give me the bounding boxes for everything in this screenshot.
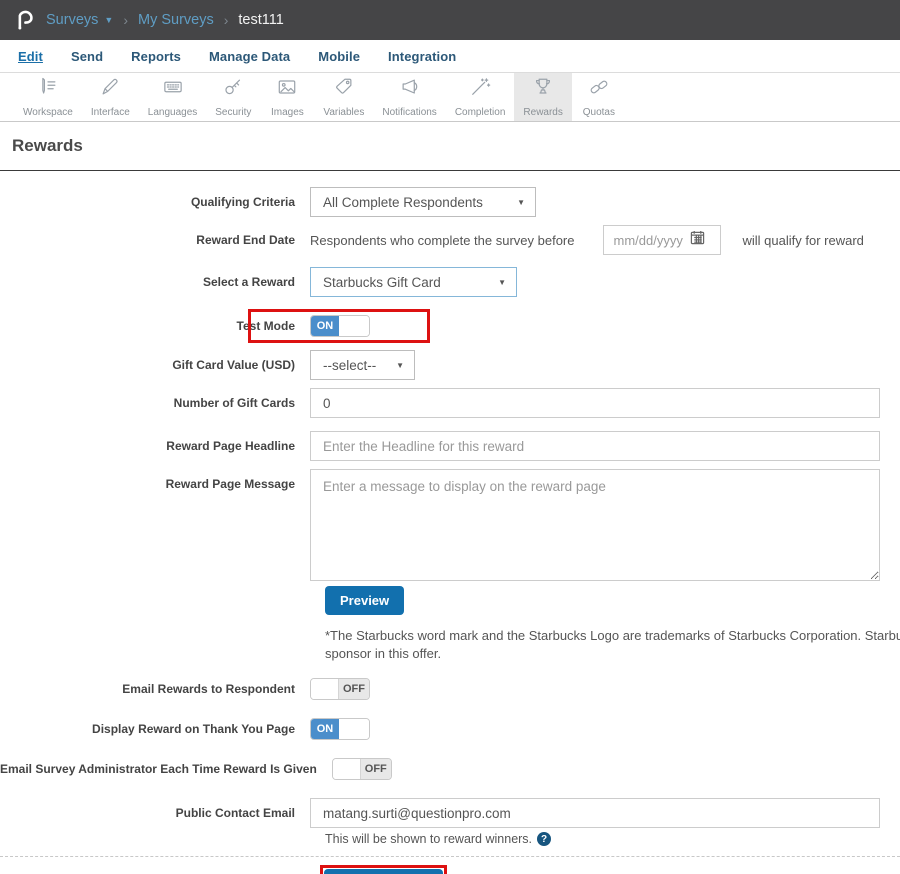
completion-icon <box>468 75 492 104</box>
quotas-icon <box>587 75 611 104</box>
email-rewards-toggle[interactable]: OFF <box>310 678 370 701</box>
qualifying-criteria-select[interactable]: All Complete Respondents ▼ <box>310 187 536 217</box>
dropdown-caret-icon: ▼ <box>396 360 404 370</box>
toggle-knob <box>311 679 339 700</box>
display-reward-toggle[interactable]: ON <box>310 718 370 741</box>
security-icon <box>221 75 245 104</box>
reward-message-label: Reward Page Message <box>165 477 295 491</box>
variables-icon <box>332 75 356 104</box>
reward-end-date-input[interactable] <box>613 227 690 253</box>
contact-email-label: Public Contact Email <box>175 806 295 821</box>
toolbar-item-variables[interactable]: Variables <box>314 73 373 121</box>
top-bar: Surveys ▼ › My Surveys › test111 <box>0 0 900 40</box>
test-mode-label: Test Mode <box>236 319 295 333</box>
notifications-icon <box>398 75 422 104</box>
interface-icon <box>98 75 122 104</box>
breadcrumb-current-survey: test111 <box>238 12 284 28</box>
tab-reports[interactable]: Reports <box>117 49 195 64</box>
toggle-knob <box>339 316 369 336</box>
calendar-icon[interactable] <box>690 230 705 250</box>
select-reward-select[interactable]: Starbucks Gift Card ▼ <box>310 267 517 297</box>
toolbar-item-workspace[interactable]: Workspace <box>14 73 82 121</box>
toggle-on-segment: ON <box>311 719 339 740</box>
num-gift-cards-input[interactable] <box>310 388 880 418</box>
reward-end-date-label: Reward End Date <box>196 233 295 247</box>
save-changes-button[interactable]: Save Changes <box>324 869 443 874</box>
page-title: Rewards <box>12 136 83 155</box>
workspace-icon <box>36 75 60 104</box>
breadcrumb-surveys[interactable]: Surveys <box>46 12 98 28</box>
display-reward-label: Display Reward on Thank You Page <box>92 722 295 737</box>
toolbar-item-interface[interactable]: Interface <box>82 73 139 121</box>
rewards-form: Qualifying Criteria All Complete Respond… <box>0 171 900 874</box>
tab-integration[interactable]: Integration <box>374 49 470 64</box>
toolbar-item-images[interactable]: Images <box>260 73 314 121</box>
images-icon <box>275 75 299 104</box>
starbucks-disclaimer-wrap: *The Starbucks word mark and the Starbuc… <box>325 627 900 662</box>
reward-headline-input[interactable] <box>310 431 880 461</box>
toolbar-item-security[interactable]: Security <box>206 73 260 121</box>
toolbar-item-languages[interactable]: Languages <box>139 73 207 121</box>
end-date-suffix-text: will qualify for reward <box>742 232 864 248</box>
reward-headline-label: Reward Page Headline <box>166 439 295 453</box>
tab-manage-data[interactable]: Manage Data <box>195 49 304 64</box>
num-gift-cards-label: Number of Gift Cards <box>173 396 295 410</box>
reward-message-textarea[interactable] <box>310 469 880 581</box>
dropdown-caret-icon: ▼ <box>498 277 506 287</box>
contact-email-input[interactable] <box>310 798 880 829</box>
email-rewards-label: Email Rewards to Respondent <box>122 682 295 697</box>
select-reward-label: Select a Reward <box>202 275 295 289</box>
toggle-on-segment: ON <box>311 316 339 336</box>
breadcrumb-separator-icon: › <box>223 12 229 28</box>
chevron-down-icon[interactable]: ▼ <box>104 15 113 25</box>
toolbar-item-quotas[interactable]: Quotas <box>572 73 626 121</box>
languages-icon <box>161 75 185 104</box>
qualifying-criteria-label: Qualifying Criteria <box>190 195 295 209</box>
toolbar-item-rewards[interactable]: Rewards <box>514 73 572 121</box>
gift-card-value-label: Gift Card Value (USD) <box>172 358 295 372</box>
email-admin-label: Email Survey Administrator Each Time Rew… <box>0 762 317 777</box>
rewards-panel: Rewards Qualifying Criteria All Complete… <box>0 122 900 874</box>
toolbar-item-notifications[interactable]: Notifications <box>373 73 445 121</box>
toggle-off-segment: OFF <box>339 679 369 700</box>
breadcrumb-separator-icon: › <box>123 12 128 28</box>
preview-button[interactable]: Preview <box>325 586 405 615</box>
tab-send[interactable]: Send <box>57 49 117 64</box>
gift-card-value-select[interactable]: --select-- ▼ <box>310 350 415 380</box>
highlight-box-save: Save Changes <box>320 865 447 874</box>
rewards-icon <box>531 75 555 104</box>
toggle-knob <box>339 719 369 740</box>
save-section-divider <box>0 856 900 858</box>
email-admin-toggle[interactable]: OFF <box>331 758 392 781</box>
survey-menu-bar: Edit Send Reports Manage Data Mobile Int… <box>0 40 900 73</box>
tab-edit[interactable]: Edit <box>4 49 57 64</box>
toolbar-item-completion[interactable]: Completion <box>446 73 515 121</box>
questionpro-logo-icon[interactable] <box>12 7 38 33</box>
breadcrumb-my-surveys[interactable]: My Surveys <box>138 12 214 28</box>
toggle-knob <box>332 759 361 780</box>
toggle-off-segment: OFF <box>360 759 391 780</box>
dropdown-caret-icon: ▼ <box>517 197 525 207</box>
contact-email-helper: This will be shown to reward winners. ? <box>325 832 900 847</box>
help-icon[interactable]: ? <box>537 832 552 847</box>
end-date-prefix-text: Respondents who complete the survey befo… <box>310 232 575 248</box>
reward-end-date-field[interactable] <box>602 225 721 255</box>
test-mode-toggle[interactable]: ON <box>310 315 370 337</box>
edit-sections-toolbar: Workspace Interface Languages Security I… <box>0 73 900 122</box>
tab-mobile[interactable]: Mobile <box>304 49 374 64</box>
starbucks-disclaimer-text: *The Starbucks word mark and the Starbuc… <box>325 628 900 661</box>
